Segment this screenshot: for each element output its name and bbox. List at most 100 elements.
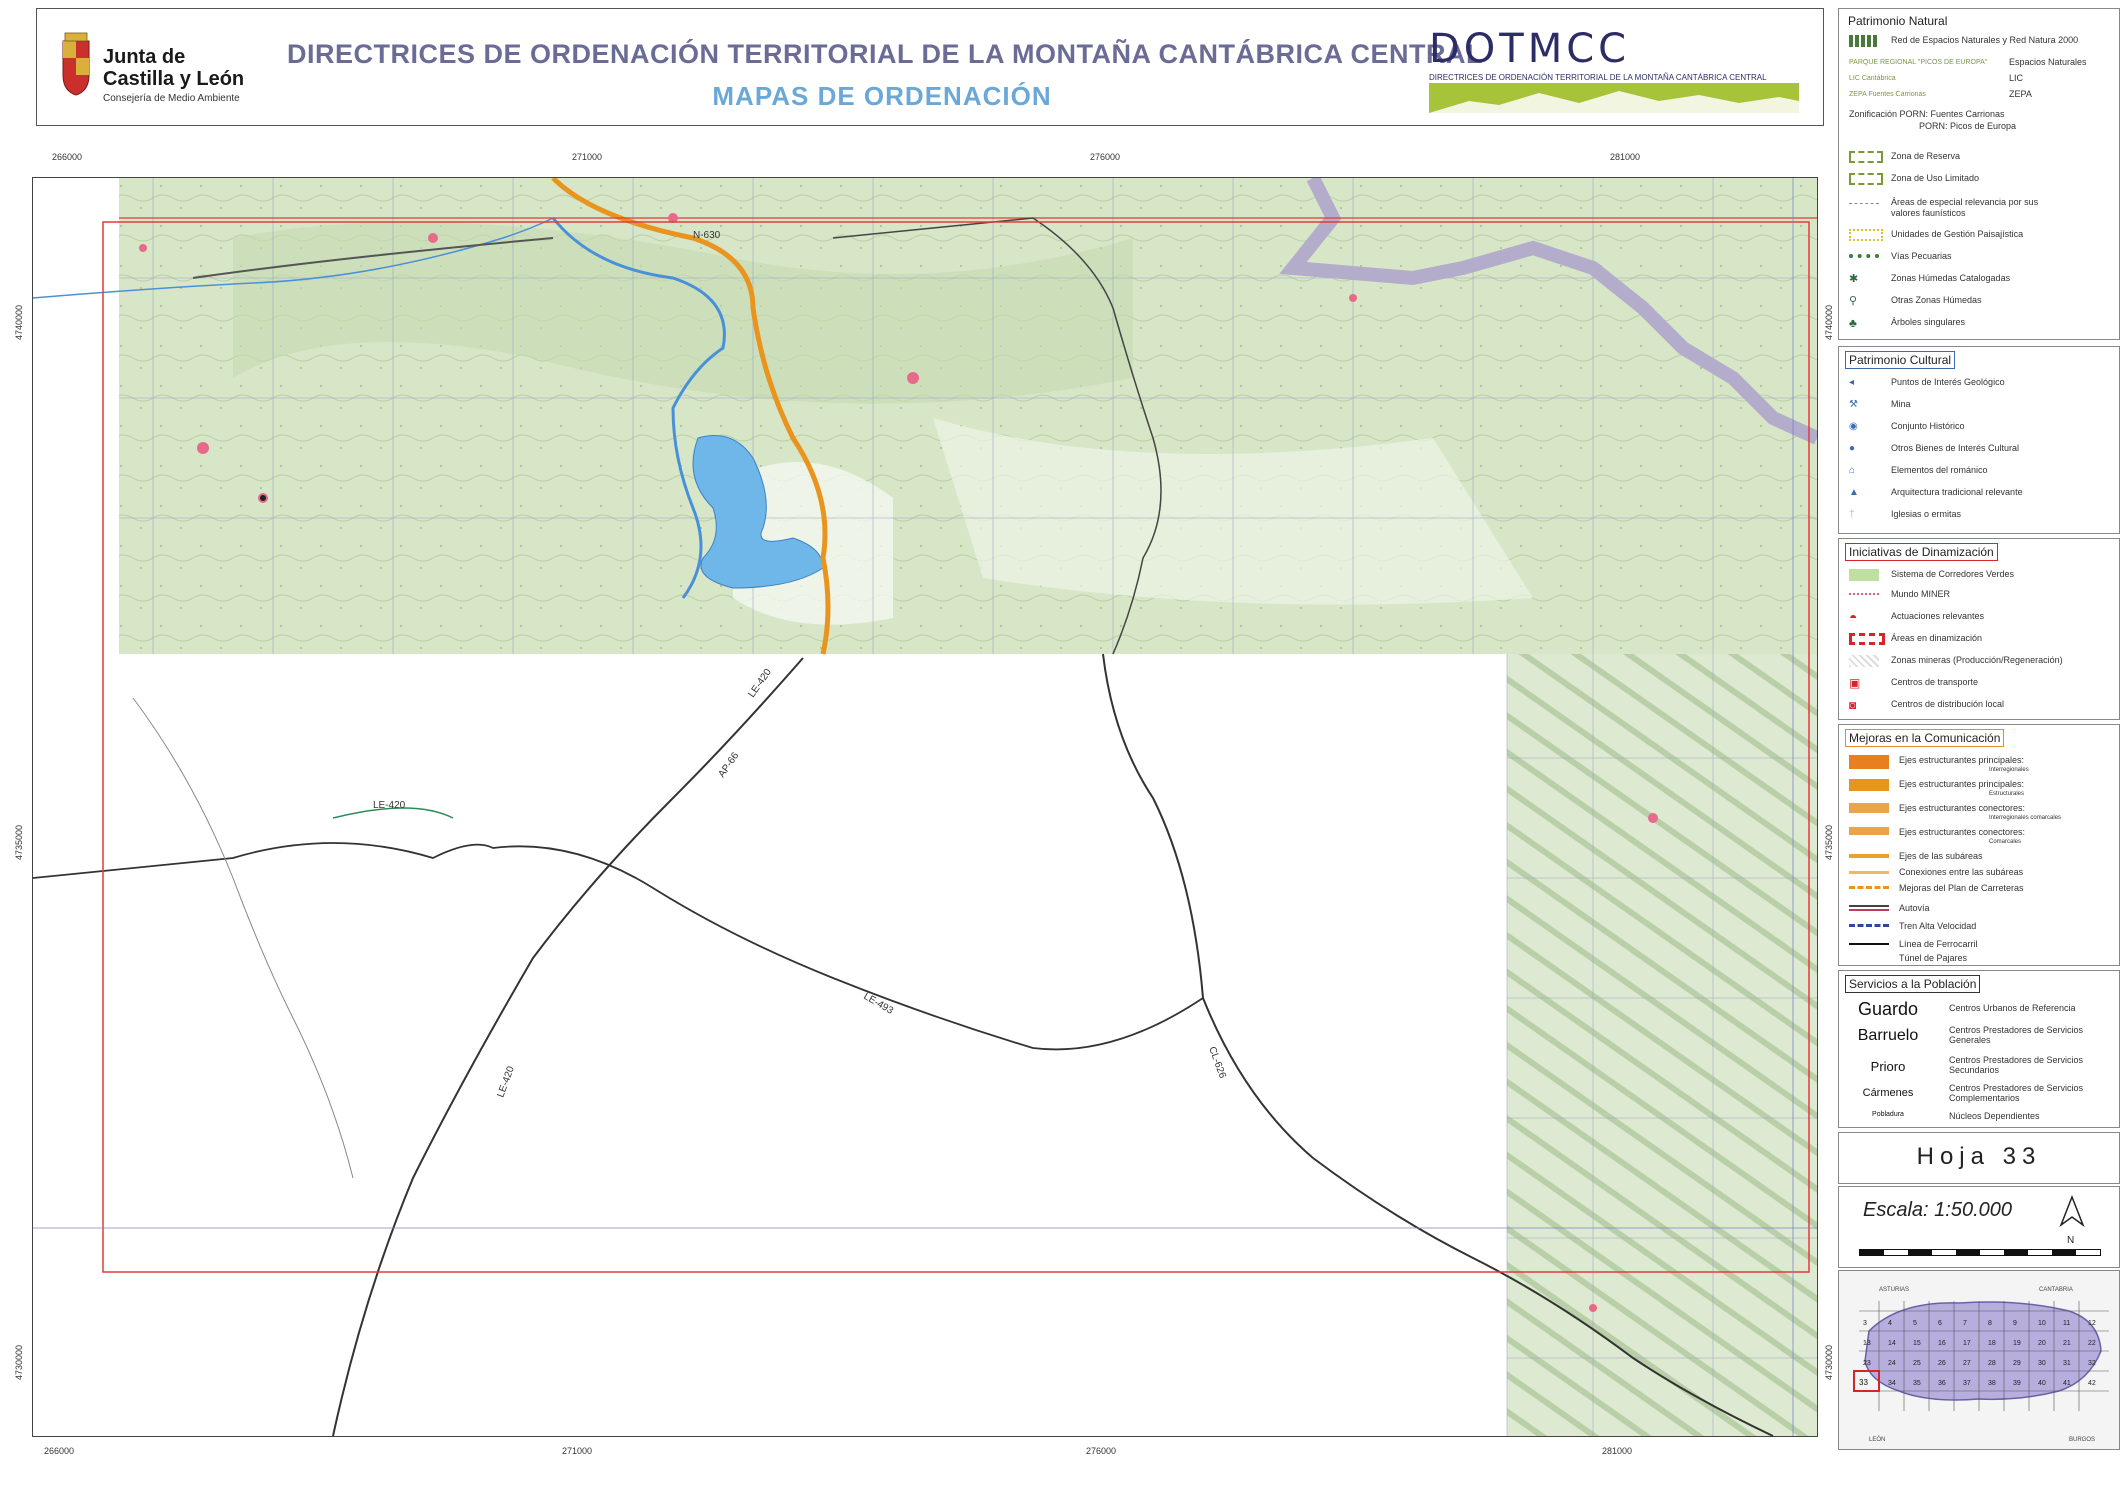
inset-sheet-number: 31 — [2063, 1360, 2071, 1367]
inset-sheet-number: 6 — [1938, 1320, 1942, 1327]
inset-sheet-number: 13 — [1863, 1340, 1871, 1347]
inset-sheet-number: 18 — [1988, 1340, 1996, 1347]
coord-bottom-3: 276000 — [1086, 1446, 1117, 1456]
motorway-icon — [1849, 905, 1889, 911]
dotmcc-logo: DOTMCC DIRECTRICES DE ORDENACIÓN TERRITO… — [1429, 29, 1799, 113]
inset-locator-map[interactable]: ASTURIAS CANTABRIA LEÓN BURGOS 33 345678… — [1838, 1270, 2120, 1450]
svg-text:CANTABRIA: CANTABRIA — [2039, 1287, 2073, 1293]
coord-right-1: 4740000 — [1824, 304, 1834, 340]
mountain-silhouette-icon — [1429, 91, 1799, 113]
sheet-number: Hoja 33 — [1916, 1143, 2042, 1170]
legend-item: ⚒ Mina — [1849, 399, 1911, 410]
inset-sheet-number: 10 — [2038, 1320, 2046, 1327]
service-carmenes: Cármenes — [1862, 1087, 1914, 1099]
transport-center-icon: ▣ — [1849, 676, 1861, 690]
legend-item: ◙ Centros de distribución local — [1849, 698, 2005, 712]
legend-item: ▣ Centros de transporte — [1849, 676, 1979, 690]
subarea-connection-icon — [1849, 871, 1889, 874]
inset-sheet-number: 19 — [2013, 1340, 2021, 1347]
inset-sheet-number: 32 — [2088, 1360, 2096, 1367]
logo-line1: Junta de — [103, 46, 186, 68]
legend-item: Conexiones entre las subáreas — [1839, 865, 2119, 881]
service-prioro: Prioro — [1870, 1059, 1906, 1074]
inset-sheet-number: 36 — [1938, 1380, 1946, 1387]
inset-sheet-number: 21 — [2063, 1340, 2071, 1347]
distribution-center-icon: ◙ — [1849, 698, 1857, 712]
inset-sheet-number: 38 — [1988, 1380, 1996, 1387]
inset-sheet-number: 37 — [1963, 1380, 1971, 1387]
coord-top-2: 271000 — [572, 152, 603, 162]
coord-top-4: 281000 — [1610, 152, 1641, 162]
legend-servicios-title: Servicios a la Población — [1845, 975, 1981, 993]
coord-left-2: 4735000 — [14, 824, 24, 860]
current-sheet-label: 33 — [1859, 1378, 1868, 1387]
service-guardo: Guardo — [1857, 999, 1919, 1019]
road-label-n630: N-630 — [693, 230, 721, 241]
mining-zone-icon — [1849, 655, 1879, 667]
locator-svg[interactable]: ASTURIAS CANTABRIA LEÓN BURGOS 33 345678… — [1839, 1271, 2119, 1449]
inset-sheet-number: 29 — [2013, 1360, 2021, 1367]
map-header: Junta de Castilla y León Consejería de M… — [36, 8, 1824, 126]
legend-item: ◓ Actuaciones relevantes — [1849, 609, 1985, 625]
legend-item: † Iglesias o ermitas — [1849, 509, 1962, 520]
logo-line2: Castilla y León — [103, 68, 245, 90]
fauna-area-icon — [1849, 203, 1879, 204]
subarea-axis-icon — [1849, 854, 1889, 858]
inset-sheet-number: 35 — [1913, 1380, 1921, 1387]
inset-sheet-number: 17 — [1963, 1340, 1971, 1347]
romanesque-icon: ⌂ — [1849, 465, 1856, 476]
inset-sheet-number: 8 — [1988, 1320, 1992, 1327]
legend-servicios: Servicios a la Población Guardo Centros … — [1838, 970, 2120, 1128]
coord-right-2: 4735000 — [1824, 824, 1834, 860]
scale-text: Escala: 1:50.000 — [1863, 1199, 2012, 1221]
legend-item: ⌂ Elementos del románico — [1849, 465, 1988, 476]
topographic-map[interactable]: LE-420 N-630 LE-420 LE-493 CL-626 LE-420… — [32, 174, 1820, 1437]
inset-sheet-number: 3 — [1863, 1320, 1867, 1327]
network-icon — [1849, 35, 1879, 47]
inset-sheet-number: 9 — [2013, 1320, 2017, 1327]
green-corridor-icon — [1849, 569, 1879, 581]
inset-sheet-number: 7 — [1963, 1320, 1967, 1327]
legend-item: Autovía — [1839, 901, 2119, 917]
legend-item: Ejes estructurantes conectores: Interregi… — [1839, 801, 2119, 821]
legend-item: PORN: Picos de Europa — [1919, 121, 2017, 131]
legend-item: ◂ Puntos de Interés Geológico — [1849, 377, 2005, 388]
legend-item: Ejes de las subáreas — [1839, 849, 2119, 865]
church-icon: † — [1849, 509, 1855, 520]
legend-item: Vías Pecuarias — [1839, 249, 2119, 265]
coord-left-1: 4740000 — [14, 304, 24, 340]
inset-sheet-number: 30 — [2038, 1360, 2046, 1367]
mine-icon: ⚒ — [1849, 399, 1858, 410]
legend-item: ♣ Árboles singulares — [1849, 316, 1966, 330]
legend-natural-title: Patrimonio Natural — [1848, 14, 1948, 28]
dotmcc-mountain-band — [1429, 83, 1799, 113]
coord-bottom-4: 281000 — [1602, 1446, 1633, 1456]
legend-item: Sistema de Corredores Verdes — [1839, 567, 2119, 583]
legend-dinamizacion: Iniciativas de Dinamización Sistema de C… — [1838, 538, 2120, 720]
svg-text:LEÓN: LEÓN — [1869, 1436, 1885, 1443]
relevant-action-icon: ◓ — [1849, 609, 1858, 625]
north-arrow-icon — [2059, 1195, 2085, 1228]
tree-icon: ♣ — [1849, 316, 1857, 330]
svg-text:BURGOS: BURGOS — [2069, 1437, 2095, 1443]
map-canvas[interactable]: LE-420 N-630 LE-420 LE-493 CL-626 LE-420… — [32, 174, 1820, 1437]
service-pobladura: Pobladura — [1872, 1111, 1904, 1118]
historic-site-icon: ◉ — [1849, 421, 1858, 432]
road-plan-icon — [1849, 886, 1889, 889]
inset-sheet-number: 11 — [2063, 1320, 2070, 1327]
coord-right-3: 4730000 — [1824, 1344, 1834, 1380]
architecture-icon: ▲ — [1849, 487, 1859, 498]
inset-sheet-number: 15 — [1913, 1340, 1921, 1347]
heritage-icon: ● — [1849, 443, 1856, 454]
geology-icon: ◂ — [1849, 377, 1855, 388]
page-title: DIRECTRICES DE ORDENACIÓN TERRITORIAL DE… — [287, 39, 1483, 69]
legend-item: Túnel de Pajares — [1899, 953, 1968, 963]
dotmcc-tagline: DIRECTRICES DE ORDENACIÓN TERRITORIAL DE… — [1429, 73, 1767, 82]
logo-subtitle: Consejería de Medio Ambiente — [103, 93, 240, 104]
legend-item: ⚲ Otras Zonas Húmedas — [1849, 295, 1982, 307]
legend-dinamizacion-title: Iniciativas de Dinamización — [1845, 543, 1998, 561]
inset-sheet-number: 20 — [2038, 1340, 2046, 1347]
connector-axis-icon — [1849, 803, 1889, 813]
junta-logo: Junta de Castilla y León Consejería de M… — [57, 31, 277, 111]
topo-area-east — [1507, 654, 1817, 1436]
